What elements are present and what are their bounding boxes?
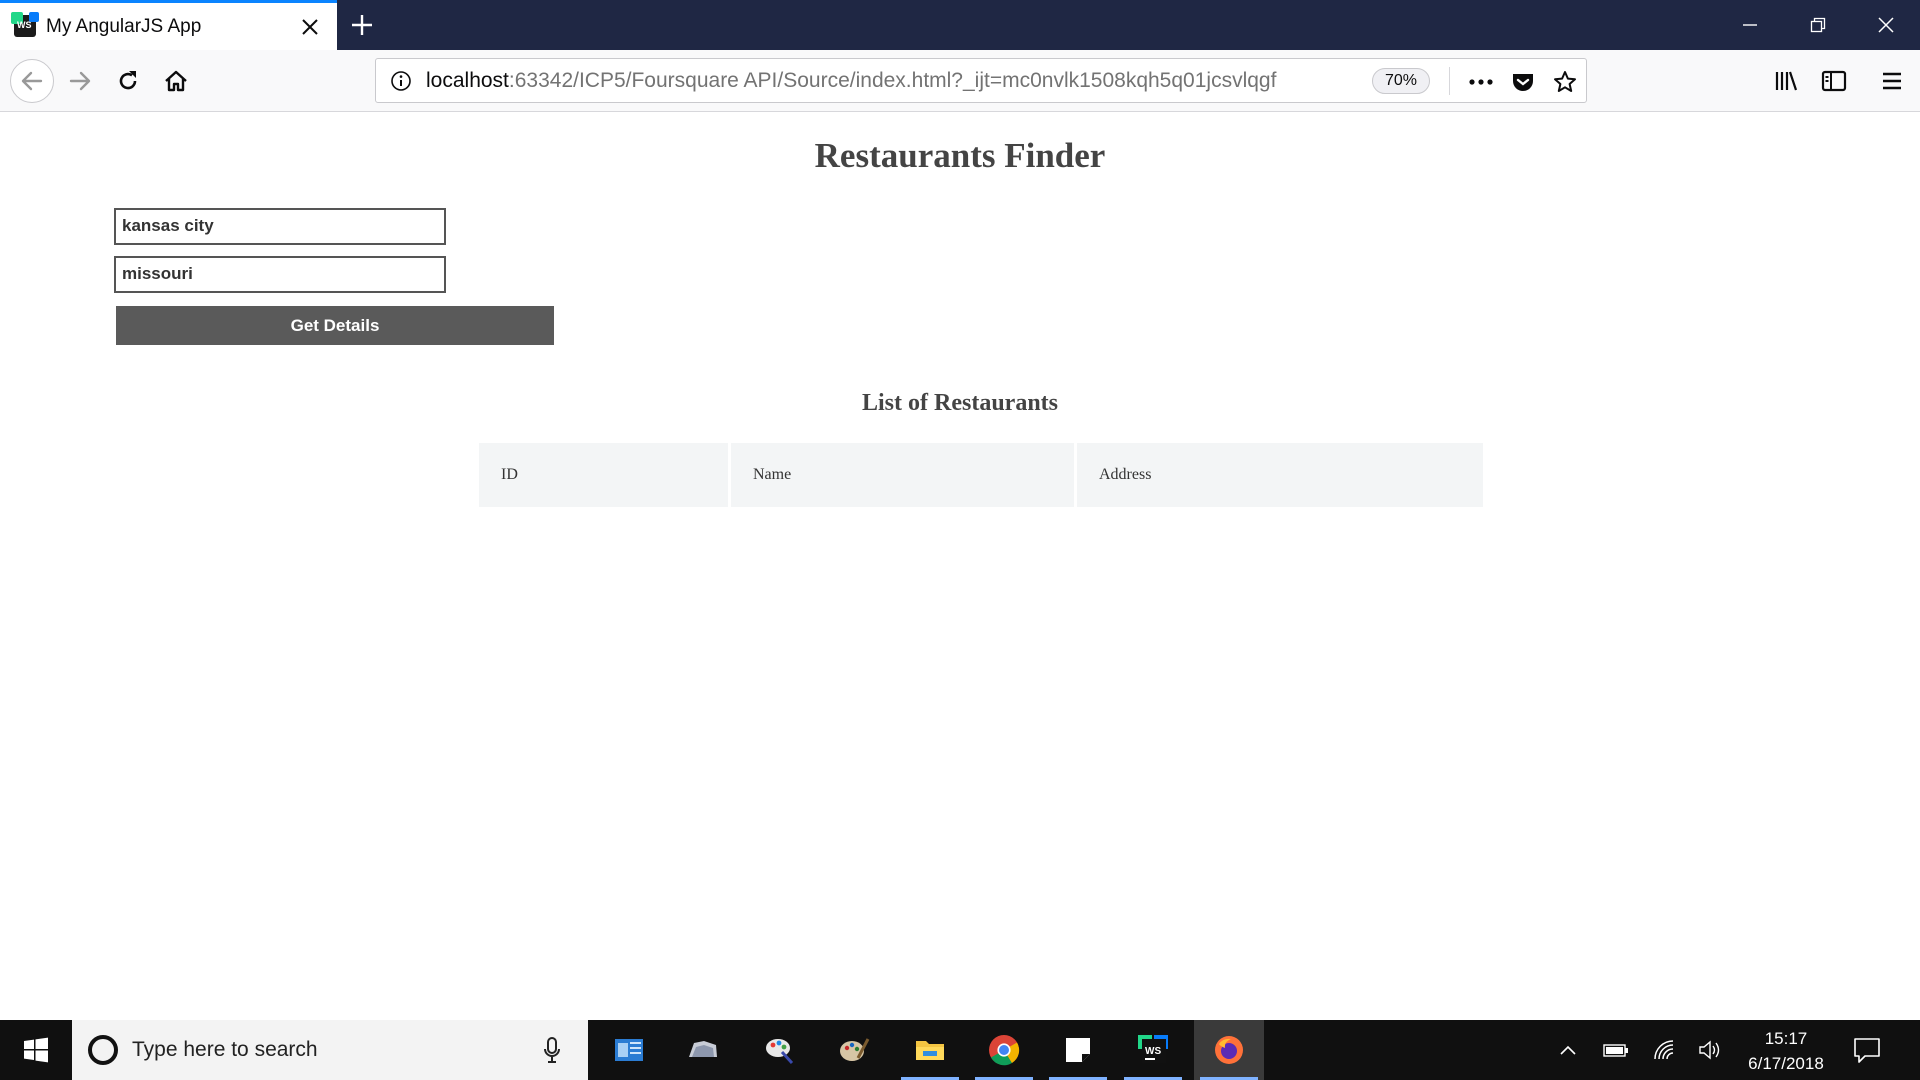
- url-text[interactable]: localhost:63342/ICP5/Foursquare API/Sour…: [426, 69, 1276, 93]
- sidebar-icon: [1821, 70, 1847, 92]
- pocket-button[interactable]: [1508, 67, 1538, 97]
- back-arrow-icon: [21, 71, 43, 91]
- taskbar-paint3d[interactable]: [745, 1020, 815, 1080]
- close-window-button[interactable]: [1852, 0, 1920, 50]
- bookmark-star-button[interactable]: [1550, 67, 1580, 97]
- taskbar-outlook[interactable]: [594, 1020, 664, 1080]
- notifications-icon[interactable]: [1852, 1036, 1882, 1064]
- menu-button[interactable]: [1877, 66, 1907, 96]
- url-path: :63342/ICP5/Foursquare API/Source/index.…: [508, 69, 1277, 92]
- page-content: Restaurants Finder kansas city missouri …: [0, 112, 1920, 1020]
- forward-arrow-icon: [69, 71, 91, 91]
- sidebar-button[interactable]: [1819, 66, 1849, 96]
- volume-button[interactable]: [1696, 1038, 1724, 1062]
- outlook-icon: [615, 1039, 643, 1061]
- site-info-icon[interactable]: [390, 70, 412, 92]
- clock-time: 15:17: [1764, 1029, 1808, 1048]
- taskbar-onedrive[interactable]: [668, 1020, 738, 1080]
- library-icon: [1775, 71, 1798, 91]
- table-header-address: Address: [1077, 443, 1483, 507]
- minimize-button[interactable]: [1716, 0, 1784, 50]
- city-input[interactable]: kansas city: [114, 208, 446, 245]
- file-explorer-icon: [916, 1041, 944, 1060]
- zoom-level-badge[interactable]: 70%: [1372, 68, 1430, 94]
- webstorm-icon: WS: [1138, 1035, 1168, 1063]
- back-button[interactable]: [10, 59, 54, 103]
- table-header-id: ID: [479, 443, 728, 507]
- windows-logo-icon: [24, 1037, 48, 1063]
- star-icon: [1554, 71, 1576, 92]
- hamburger-menu-icon: [1883, 72, 1901, 90]
- chevron-up-icon: [1560, 1045, 1576, 1055]
- page-actions-button[interactable]: [1466, 67, 1496, 97]
- browser-tab[interactable]: WS My AngularJS App: [0, 0, 337, 50]
- taskbar-paint[interactable]: [819, 1020, 889, 1080]
- windows-taskbar: Type here to search WS 15:17 6/17/2018: [0, 1020, 1920, 1080]
- taskbar-clock[interactable]: 15:17 6/17/2018: [1726, 1026, 1846, 1076]
- start-button[interactable]: [0, 1020, 72, 1080]
- svg-text:WS: WS: [1145, 1046, 1161, 1057]
- list-title: List of Restaurants: [862, 390, 1058, 416]
- taskbar-sticky-notes[interactable]: [1043, 1020, 1113, 1080]
- taskbar-chrome[interactable]: [969, 1020, 1039, 1080]
- onedrive-icon: [689, 1041, 717, 1057]
- battery-button[interactable]: [1602, 1038, 1630, 1062]
- new-tab-icon[interactable]: [347, 10, 377, 40]
- table-header-name: Name: [731, 443, 1074, 507]
- cortana-icon: [88, 1035, 118, 1065]
- home-icon: [165, 70, 187, 92]
- speaker-icon: [1699, 1040, 1720, 1060]
- reload-icon: [119, 71, 137, 90]
- microphone-icon[interactable]: [542, 1036, 562, 1064]
- url-host: localhost: [426, 69, 509, 92]
- tab-close-icon[interactable]: [298, 15, 322, 39]
- firefox-icon: [1215, 1036, 1243, 1064]
- reload-button[interactable]: [109, 62, 147, 100]
- chrome-icon: [989, 1035, 1020, 1066]
- wifi-icon: [1654, 1040, 1674, 1060]
- battery-icon: [1603, 1044, 1628, 1057]
- taskbar-file-explorer[interactable]: [895, 1020, 965, 1080]
- browser-tab-bar: WS My AngularJS App: [0, 0, 1920, 50]
- paint3d-icon: [766, 1039, 794, 1064]
- library-button[interactable]: [1772, 66, 1802, 96]
- address-bar[interactable]: localhost:63342/ICP5/Foursquare API/Sour…: [375, 58, 1587, 103]
- paint-icon: [840, 1038, 870, 1061]
- restore-button[interactable]: [1784, 0, 1852, 50]
- network-button[interactable]: [1650, 1038, 1678, 1062]
- taskbar-firefox[interactable]: [1194, 1020, 1264, 1080]
- clock-date: 6/17/2018: [1748, 1054, 1824, 1073]
- forward-button[interactable]: [61, 62, 99, 100]
- webstorm-favicon-icon: WS: [11, 12, 39, 37]
- more-dots-icon: [1469, 79, 1493, 85]
- home-button[interactable]: [157, 62, 195, 100]
- restaurants-table: ID Name Address: [479, 443, 1483, 507]
- minimize-icon: [1743, 24, 1757, 26]
- restore-icon: [1810, 17, 1826, 33]
- search-placeholder: Type here to search: [132, 1038, 318, 1061]
- sticky-notes-icon: [1066, 1038, 1090, 1062]
- state-input[interactable]: missouri: [114, 256, 446, 293]
- close-icon: [1878, 17, 1894, 33]
- taskbar-search-box[interactable]: Type here to search: [72, 1020, 588, 1080]
- url-divider: [1449, 67, 1450, 95]
- get-details-button[interactable]: Get Details: [116, 306, 554, 345]
- pocket-icon: [1513, 74, 1533, 91]
- tab-title: My AngularJS App: [46, 16, 202, 37]
- navigation-toolbar: localhost:63342/ICP5/Foursquare API/Sour…: [0, 50, 1920, 112]
- page-title: Restaurants Finder: [814, 136, 1106, 175]
- show-hidden-icons-button[interactable]: [1554, 1038, 1582, 1062]
- taskbar-webstorm[interactable]: WS: [1118, 1020, 1188, 1080]
